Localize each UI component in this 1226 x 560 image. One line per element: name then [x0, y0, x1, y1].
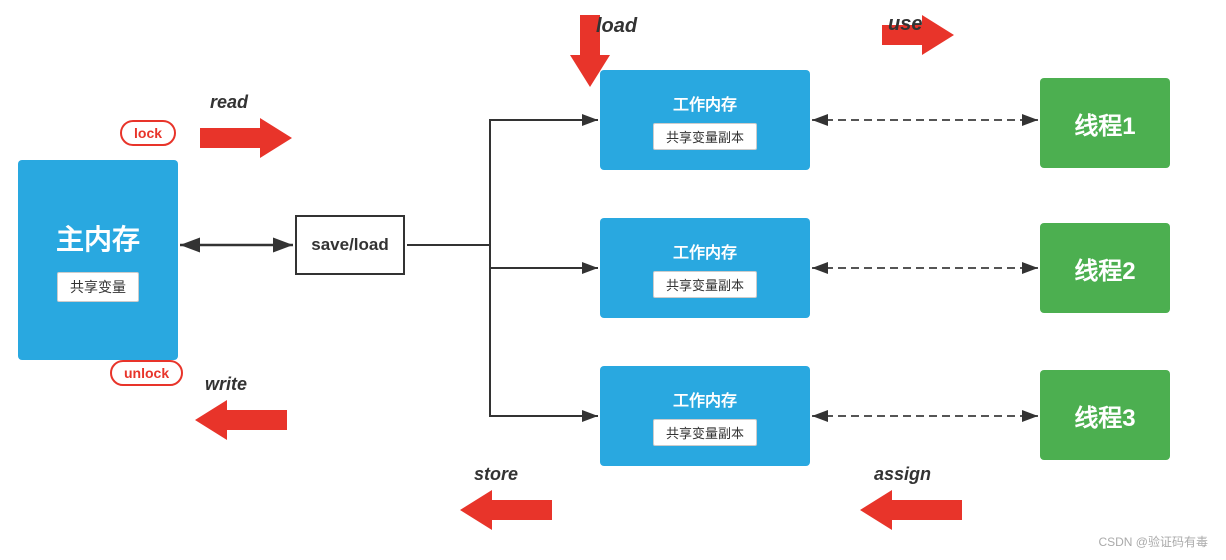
diagram: 主内存 共享变量 lock unlock read write load	[0, 0, 1226, 560]
lock-badge: lock	[120, 120, 176, 146]
thread-2-box: 线程2	[1040, 223, 1170, 313]
work-memory-1: 工作内存 共享变量副本	[600, 70, 810, 170]
assign-arrow-container: assign	[860, 490, 962, 530]
store-arrow-container: store	[460, 490, 552, 530]
shared-var-copy-2: 共享变量副本	[653, 271, 757, 298]
work-memory-3-label: 工作内存	[673, 387, 737, 411]
work-memory-3: 工作内存 共享变量副本	[600, 366, 810, 466]
save-load-box: save/load	[295, 215, 405, 275]
assign-label: assign	[874, 464, 931, 485]
store-label: store	[474, 464, 518, 485]
work-memory-2-label: 工作内存	[673, 239, 737, 263]
write-arrow	[195, 400, 287, 440]
thread-1-label: 线程1	[1074, 106, 1135, 141]
assign-arrow	[860, 490, 962, 530]
thread-1-box: 线程1	[1040, 78, 1170, 168]
work-memory-1-label: 工作内存	[673, 91, 737, 115]
thread-3-box: 线程3	[1040, 370, 1170, 460]
thread-2-label: 线程2	[1074, 251, 1135, 286]
shared-var-copy-1: 共享变量副本	[653, 123, 757, 150]
store-arrow	[460, 490, 552, 530]
use-arrow-container: use	[882, 15, 954, 55]
watermark: CSDN @验证码有毒	[1098, 533, 1208, 550]
use-label: use	[888, 13, 922, 36]
read-label: read	[210, 92, 248, 113]
main-memory-label: 主内存	[56, 218, 140, 258]
shared-var-copy-3: 共享变量副本	[653, 419, 757, 446]
write-label: write	[205, 374, 247, 395]
shared-var-box: 共享变量	[57, 272, 139, 302]
load-label: load	[596, 15, 637, 38]
work-memory-2: 工作内存 共享变量副本	[600, 218, 810, 318]
main-memory-box: 主内存 共享变量	[18, 160, 178, 360]
read-arrow-container: read	[200, 118, 292, 158]
save-load-label: save/load	[311, 235, 389, 255]
write-arrow-container: write	[195, 400, 287, 440]
thread-3-label: 线程3	[1074, 398, 1135, 433]
read-arrow	[200, 118, 292, 158]
unlock-badge: unlock	[110, 360, 183, 386]
